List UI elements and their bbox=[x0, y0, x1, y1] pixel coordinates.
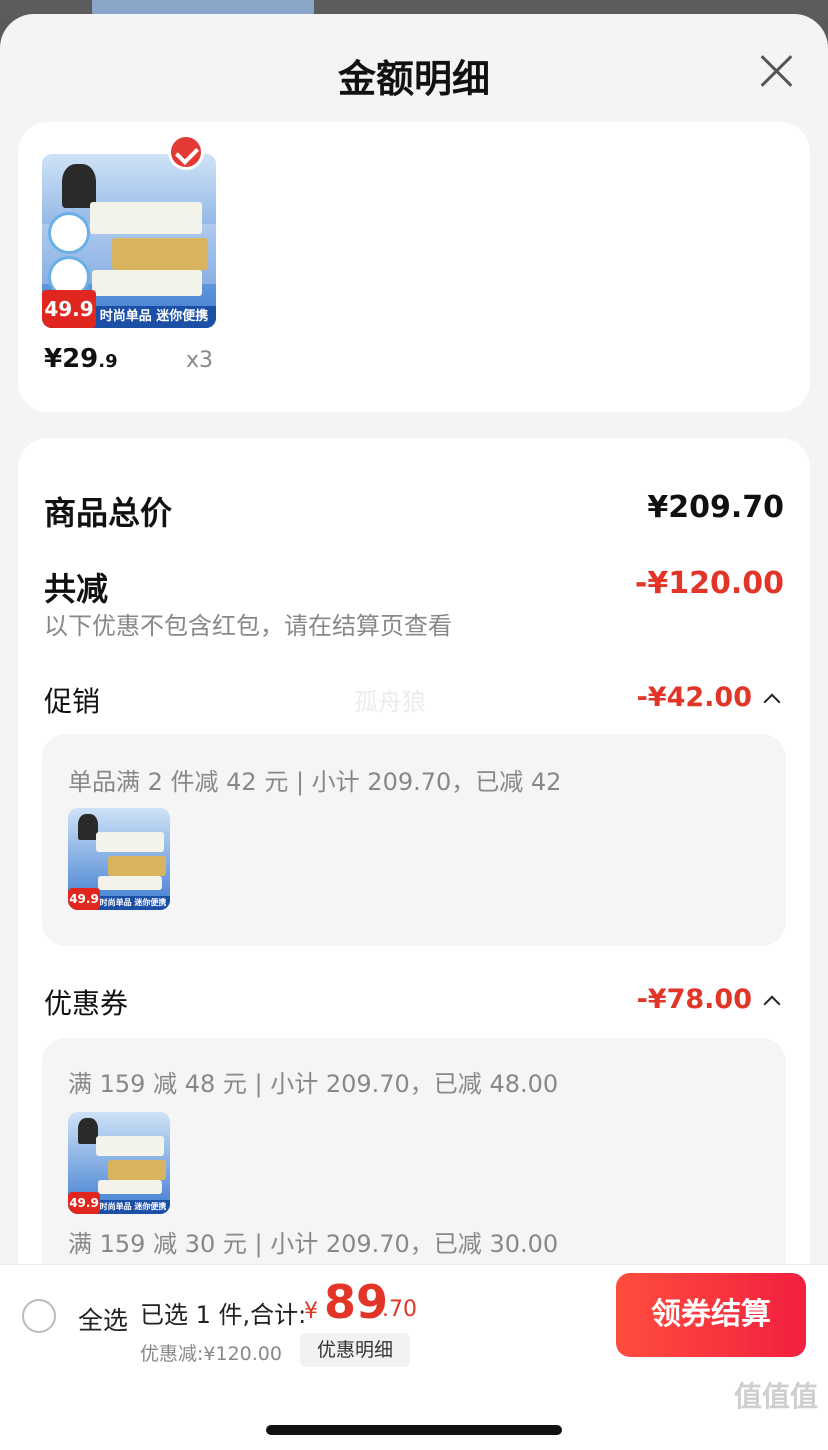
select-all-label[interactable]: 全选 bbox=[78, 1301, 128, 1337]
thumbnail-package bbox=[98, 1180, 162, 1194]
total-amount-int: 89 bbox=[324, 1275, 389, 1329]
coupon-value: -¥78.00 bbox=[636, 984, 752, 1015]
discount-summary: 优惠减:¥120.00 bbox=[140, 1343, 282, 1365]
thumbnail-feature-circle bbox=[48, 212, 90, 254]
selected-summary: 已选 1 件,合计: bbox=[140, 1301, 307, 1329]
reduce-note: 以下优惠不包含红包，请在结算页查看 bbox=[44, 612, 452, 640]
promotion-panel: 单品满 2 件减 42 元 | 小计 209.70，已减 42 时尚单品 迷你便… bbox=[42, 734, 786, 946]
thumbnail-price-badge: 49.9 bbox=[68, 1192, 100, 1214]
thumbnail-package bbox=[98, 876, 162, 890]
total-amount-dec: .70 bbox=[382, 1297, 417, 1322]
home-indicator[interactable] bbox=[266, 1425, 562, 1435]
checkout-button[interactable]: 领券结算 bbox=[616, 1273, 806, 1357]
amount-detail-sheet: 金额明细 时尚单品 迷你便携 49.9 ¥29.9 x3 商品总价 ¥209.7… bbox=[0, 14, 828, 1450]
item-quantity: x3 bbox=[186, 348, 214, 373]
selected-items-card: 时尚单品 迷你便携 49.9 ¥29.9 x3 bbox=[18, 122, 810, 412]
thumbnail-package bbox=[90, 202, 202, 234]
close-icon[interactable] bbox=[758, 52, 794, 88]
thumbnail-person bbox=[78, 814, 98, 840]
promotion-label: 促销 bbox=[44, 685, 101, 718]
thumbnail-package bbox=[108, 856, 166, 876]
coupon-detail: 满 159 减 30 元 | 小计 209.70，已减 30.00 bbox=[68, 1230, 559, 1258]
chevron-up-icon[interactable] bbox=[763, 995, 781, 1013]
product-thumbnail[interactable]: 时尚单品 迷你便携 49.9 bbox=[68, 808, 170, 910]
item-price-main: ¥29 bbox=[44, 344, 99, 374]
select-all-radio[interactable] bbox=[22, 1299, 56, 1333]
discount-detail-button[interactable]: 优惠明细 bbox=[300, 1333, 410, 1367]
goods-total-label: 商品总价 bbox=[44, 494, 173, 532]
total-reduce-label: 共减 bbox=[44, 570, 109, 608]
thumbnail-price-badge: 49.9 bbox=[42, 290, 96, 328]
site-logo: 值值值 bbox=[733, 1380, 818, 1413]
thumbnail-package bbox=[92, 270, 202, 296]
item-price: ¥29.9 bbox=[44, 344, 118, 374]
total-reduce-value: -¥120.00 bbox=[634, 566, 784, 601]
product-thumbnail[interactable]: 时尚单品 迷你便携 49.9 bbox=[42, 154, 216, 328]
thumbnail-price-badge: 49.9 bbox=[68, 888, 100, 910]
chevron-up-icon[interactable] bbox=[763, 693, 781, 711]
thumbnail-person bbox=[78, 1118, 98, 1144]
promotion-value: -¥42.00 bbox=[636, 682, 752, 713]
product-thumbnail[interactable]: 时尚单品 迷你便携 49.9 bbox=[68, 1112, 170, 1214]
thumbnail-package bbox=[108, 1160, 166, 1180]
total-currency: ¥ bbox=[304, 1299, 318, 1324]
thumbnail-package bbox=[96, 832, 164, 852]
checkout-bar: 全选 已选 1 件,合计: ¥ 89 .70 优惠减:¥120.00 优惠明细 … bbox=[0, 1264, 828, 1450]
coupon-label: 优惠券 bbox=[44, 987, 129, 1020]
thumbnail-package bbox=[96, 1136, 164, 1156]
item-price-cents: .9 bbox=[98, 351, 118, 372]
watermark: 孤舟狼 bbox=[354, 688, 426, 716]
goods-total-value: ¥209.70 bbox=[647, 490, 784, 525]
checkmark-icon bbox=[168, 134, 204, 170]
promotion-detail: 单品满 2 件减 42 元 | 小计 209.70，已减 42 bbox=[68, 768, 562, 796]
sheet-title: 金额明细 bbox=[337, 57, 490, 101]
thumbnail-package bbox=[112, 238, 208, 270]
coupon-detail: 满 159 减 48 元 | 小计 209.70，已减 48.00 bbox=[68, 1070, 559, 1098]
